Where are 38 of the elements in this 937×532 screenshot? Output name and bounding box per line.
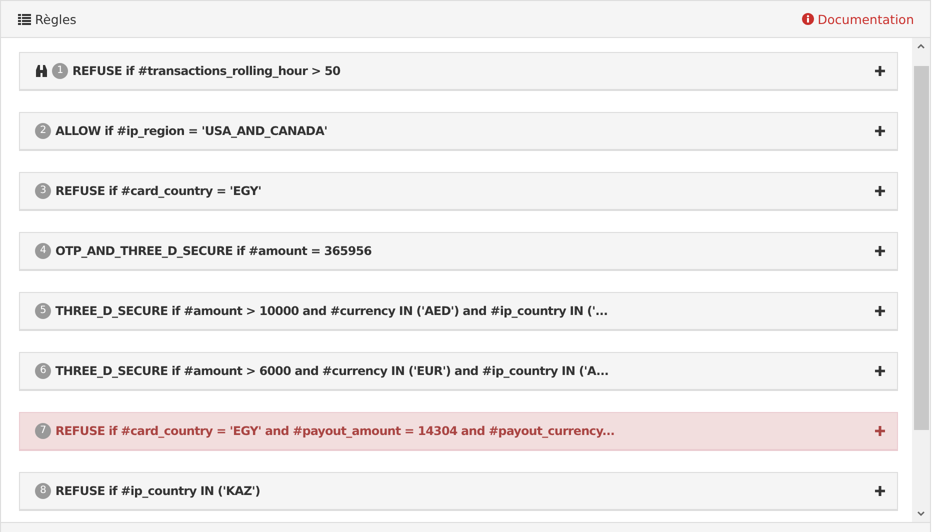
scroll-up-icon[interactable] xyxy=(916,42,926,50)
rule-condition: REFUSE if #card_country = 'EGY' xyxy=(55,184,262,198)
rule-number: 2 xyxy=(35,123,52,139)
plus-icon[interactable] xyxy=(875,486,885,496)
rule-header[interactable]: 3 REFUSE if #card_country = 'EGY' xyxy=(19,172,898,211)
rule-number: 6 xyxy=(35,363,52,379)
rule-number: 8 xyxy=(35,483,52,499)
rule-condition: REFUSE if #transactions_rolling_hour > 50 xyxy=(72,64,342,78)
plus-icon[interactable] xyxy=(875,306,885,316)
rule-condition: OTP_AND_THREE_D_SECURE if #amount = 365956 xyxy=(55,244,373,258)
rule-header[interactable]: 5 THREE_D_SECURE if #amount > 10000 and #currency IN ('AED') and #ip_country IN ('... xyxy=(19,292,898,331)
rule-condition: REFUSE if #card_country = 'EGY' and #payout_amount = 14304 and #payout_currency... xyxy=(55,424,616,438)
rule-header[interactable]: 4 OTP_AND_THREE_D_SECURE if #amount = 365956 xyxy=(19,232,898,271)
rule-number: 7 xyxy=(35,423,52,439)
rule-header[interactable]: 8 REFUSE if #ip_country IN ('KAZ') xyxy=(19,472,898,511)
rule-header[interactable]: 6 THREE_D_SECURE if #amount > 6000 and #currency IN ('EUR') and #ip_country IN ('A... xyxy=(19,352,898,391)
rule-condition: THREE_D_SECURE if #amount > 6000 and #currency IN ('EUR') and #ip_country IN ('A... xyxy=(55,364,610,378)
rule-condition: ALLOW if #ip_region = 'USA_AND_CANADA' xyxy=(55,124,328,138)
rule-number: 5 xyxy=(35,303,52,319)
plus-icon[interactable] xyxy=(875,246,885,256)
rule-header[interactable]: 1 REFUSE if #transactions_rolling_hour > 50 xyxy=(19,52,898,91)
rule-header[interactable]: 7 REFUSE if #card_country = 'EGY' and #payout_amount = 14304 and #payout_currency... xyxy=(19,412,898,451)
plus-icon[interactable] xyxy=(875,66,885,76)
scrollbar[interactable] xyxy=(912,38,930,522)
plus-icon[interactable] xyxy=(875,366,885,376)
rule-condition: REFUSE if #ip_country IN ('KAZ') xyxy=(55,484,262,498)
panel-title: Règles xyxy=(18,12,76,26)
info-icon xyxy=(802,13,814,25)
rule-number: 1 xyxy=(52,63,68,79)
scroll-down-icon[interactable] xyxy=(916,510,926,518)
documentation-link[interactable]: Documentation xyxy=(802,12,914,26)
rule-header[interactable]: 2 ALLOW if #ip_region = 'USA_AND_CANADA' xyxy=(19,112,898,151)
rule-number: 4 xyxy=(35,243,52,259)
list-icon xyxy=(18,14,31,24)
plus-icon[interactable] xyxy=(875,186,885,196)
plus-icon[interactable] xyxy=(875,126,885,136)
rule-condition: THREE_D_SECURE if #amount > 10000 and #currency IN ('AED') and #ip_country IN ('... xyxy=(55,304,609,318)
rule-number: 3 xyxy=(35,183,52,199)
